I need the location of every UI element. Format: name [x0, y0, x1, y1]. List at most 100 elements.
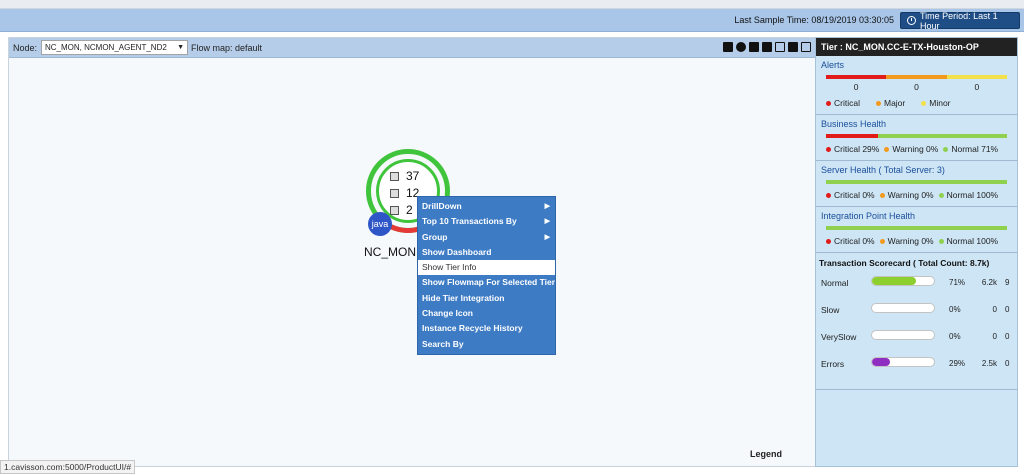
- calculator-icon: [390, 171, 399, 181]
- settings-icon[interactable]: [788, 42, 798, 52]
- chevron-down-icon: ▼: [177, 44, 184, 51]
- scorecard-row-errors[interactable]: Errors 29% 2.5k 0: [819, 357, 1014, 386]
- chevron-right-icon: ▶: [544, 203, 550, 210]
- legend-toggle[interactable]: Legend: [750, 449, 782, 459]
- integration-health-title: Integration Point Health: [821, 211, 916, 221]
- alerts-legend-major: Major: [875, 98, 905, 108]
- alerts-legend-minor: Minor: [921, 98, 951, 108]
- menu-item-show-tier-info[interactable]: Show Tier Info: [418, 260, 555, 276]
- clock-icon: [907, 16, 916, 25]
- scorecard-row-veryslow[interactable]: VerySlow 0% 0 0: [819, 330, 1014, 359]
- alerts-bar: [826, 75, 1007, 79]
- scorecard-count: 0: [992, 305, 997, 314]
- bh-critical: Critical 29%: [834, 144, 880, 154]
- java-badge: java: [368, 212, 392, 236]
- grid-icon[interactable]: [775, 42, 785, 52]
- bar-chart-icon[interactable]: [762, 42, 772, 52]
- flowmap-panel: Node: NC_MON, NCMON_AGENT_ND2 ▼ Flow map…: [8, 37, 816, 467]
- scorecard-extra: 0: [1005, 305, 1010, 314]
- menu-item-show-flowmap-for-selected-tier[interactable]: Show Flowmap For Selected Tier: [418, 275, 555, 290]
- node-stat-bars: 12: [390, 186, 419, 200]
- alerts-legend-critical: Critical: [826, 98, 860, 108]
- transaction-scorecard: Transaction Scorecard ( Total Count: 8.7…: [816, 253, 1017, 390]
- scorecard-count: 0: [992, 332, 997, 341]
- flowmap-canvas[interactable]: 37 12 2 java NC_MON. DrillDown ▶ Top 10 Tr…: [9, 59, 815, 466]
- menu-item-instance-recycle-history[interactable]: Instance Recycle History: [418, 321, 555, 336]
- chevron-right-icon: ▶: [544, 218, 550, 226]
- sh-critical: Critical 0%: [834, 190, 875, 200]
- menu-item-drilldown[interactable]: DrillDown ▶: [418, 199, 555, 214]
- bh-warning: Warning 0%: [892, 144, 939, 154]
- info-icon[interactable]: [736, 42, 746, 52]
- alerts-legend: Critical Major Minor: [816, 92, 1017, 114]
- ih-warning: Warning 0%: [887, 236, 934, 246]
- menu-item-search-by[interactable]: Search By: [418, 337, 555, 352]
- alerts-bar-minor: [946, 75, 1007, 79]
- chevron-right-icon: ▶: [544, 233, 550, 241]
- alerts-critical-count: 0: [853, 82, 859, 92]
- scorecard-bar: [871, 276, 935, 286]
- menu-item-change-icon[interactable]: Change Icon: [418, 306, 555, 321]
- server-health-title: Server Health ( Total Server: 3): [821, 165, 945, 175]
- scorecard-row-slow[interactable]: Slow 0% 0 0: [819, 303, 1014, 332]
- integration-health-legend: Critical 0% Warning 0% Normal 100%: [816, 230, 1017, 252]
- menu-item-show-dashboard[interactable]: Show Dashboard: [418, 245, 555, 260]
- time-period-button[interactable]: Time Period: Last 1 Hour: [900, 10, 1020, 31]
- node-select-value: NC_MON, NCMON_AGENT_ND2: [45, 43, 167, 52]
- alerts-title: Alerts: [821, 60, 845, 70]
- server-health-section: Server Health ( Total Server: 3) Critica…: [816, 161, 1017, 207]
- menu-item-label: Show Tier Info: [422, 262, 477, 273]
- bar-chart-icon: [390, 188, 399, 198]
- node-stat-calls: 37: [390, 169, 419, 183]
- menu-item-group[interactable]: Group ▶: [418, 230, 555, 245]
- scorecard-count: 2.5k: [981, 359, 997, 368]
- alerts-bar-major: [886, 75, 947, 79]
- alerts-section: Alerts 0 0 0 Critical Major Minor: [816, 56, 1017, 115]
- scorecard-title: Transaction Scorecard ( Total Count: 8.7…: [819, 258, 990, 268]
- node-select[interactable]: NC_MON, NCMON_AGENT_ND2 ▼: [41, 40, 188, 55]
- scorecard-label: Normal: [821, 278, 849, 288]
- scorecard-pct: 29%: [949, 359, 966, 368]
- time-period-label: Time Period: Last 1 Hour: [919, 10, 998, 31]
- business-health-section: Business Health Critical 29% Warning 0% …: [816, 115, 1017, 161]
- last-sample-time: Last Sample Time: 08/19/2019 03:30:05: [734, 15, 894, 25]
- server-health-bar: [826, 180, 1007, 184]
- sh-normal: Normal 100%: [946, 190, 999, 200]
- top-bar: Last Sample Time: 08/19/2019 03:30:05 Ti…: [0, 9, 1024, 32]
- business-health-legend: Critical 29% Warning 0% Normal 71%: [816, 138, 1017, 160]
- scorecard-pct: 0%: [949, 305, 961, 314]
- node-name[interactable]: NC_MON.: [364, 245, 419, 259]
- business-health-bar: [826, 134, 1007, 138]
- ih-normal: Normal 100%: [946, 236, 999, 246]
- alerts-minor-count: 0: [974, 82, 980, 92]
- scorecard-extra: 0: [1005, 332, 1010, 341]
- list-toggle-icon[interactable]: [723, 42, 733, 52]
- scorecard-bar: [871, 357, 935, 367]
- context-menu: DrillDown ▶ Top 10 Transactions By ▶ Group ▶ S…: [417, 196, 556, 355]
- integration-health-bar: [826, 226, 1007, 230]
- menu-item-label: Show Dashboard: [422, 246, 492, 257]
- scorecard-bar: [871, 303, 935, 313]
- menu-item-label: Change Icon: [422, 308, 474, 319]
- server-health-bar-normal: [826, 180, 1007, 184]
- menu-item-label: Search By: [422, 338, 464, 349]
- cpu-icon: [390, 205, 399, 215]
- server-health-legend: Critical 0% Warning 0% Normal 100%: [816, 184, 1017, 206]
- business-health-bar-critical: [826, 134, 879, 138]
- scorecard-bar-fill: [872, 277, 917, 285]
- top-strip: [0, 0, 1024, 9]
- business-health-title: Business Health: [821, 119, 887, 129]
- menu-item-hide-tier-integration[interactable]: Hide Tier Integration: [418, 291, 555, 306]
- scorecard-label: VerySlow: [821, 332, 857, 342]
- node-stat-1: 37: [406, 169, 420, 183]
- node-stat-cpu: 2: [390, 203, 413, 217]
- fullscreen-icon[interactable]: [801, 42, 811, 52]
- menu-item-label: Top 10 Transactions By: [422, 216, 517, 227]
- node-label: Node:: [13, 43, 38, 53]
- menu-item-label: Show Flowmap For Selected Tier: [422, 277, 556, 288]
- menu-item-label: Group: [422, 231, 448, 242]
- scorecard-row-normal[interactable]: Normal 71% 6.2k 9: [819, 276, 1014, 305]
- save-icon[interactable]: [749, 42, 759, 52]
- menu-item-top-10-transactions-by[interactable]: Top 10 Transactions By ▶: [418, 214, 555, 229]
- alerts-major-count: 0: [914, 82, 919, 92]
